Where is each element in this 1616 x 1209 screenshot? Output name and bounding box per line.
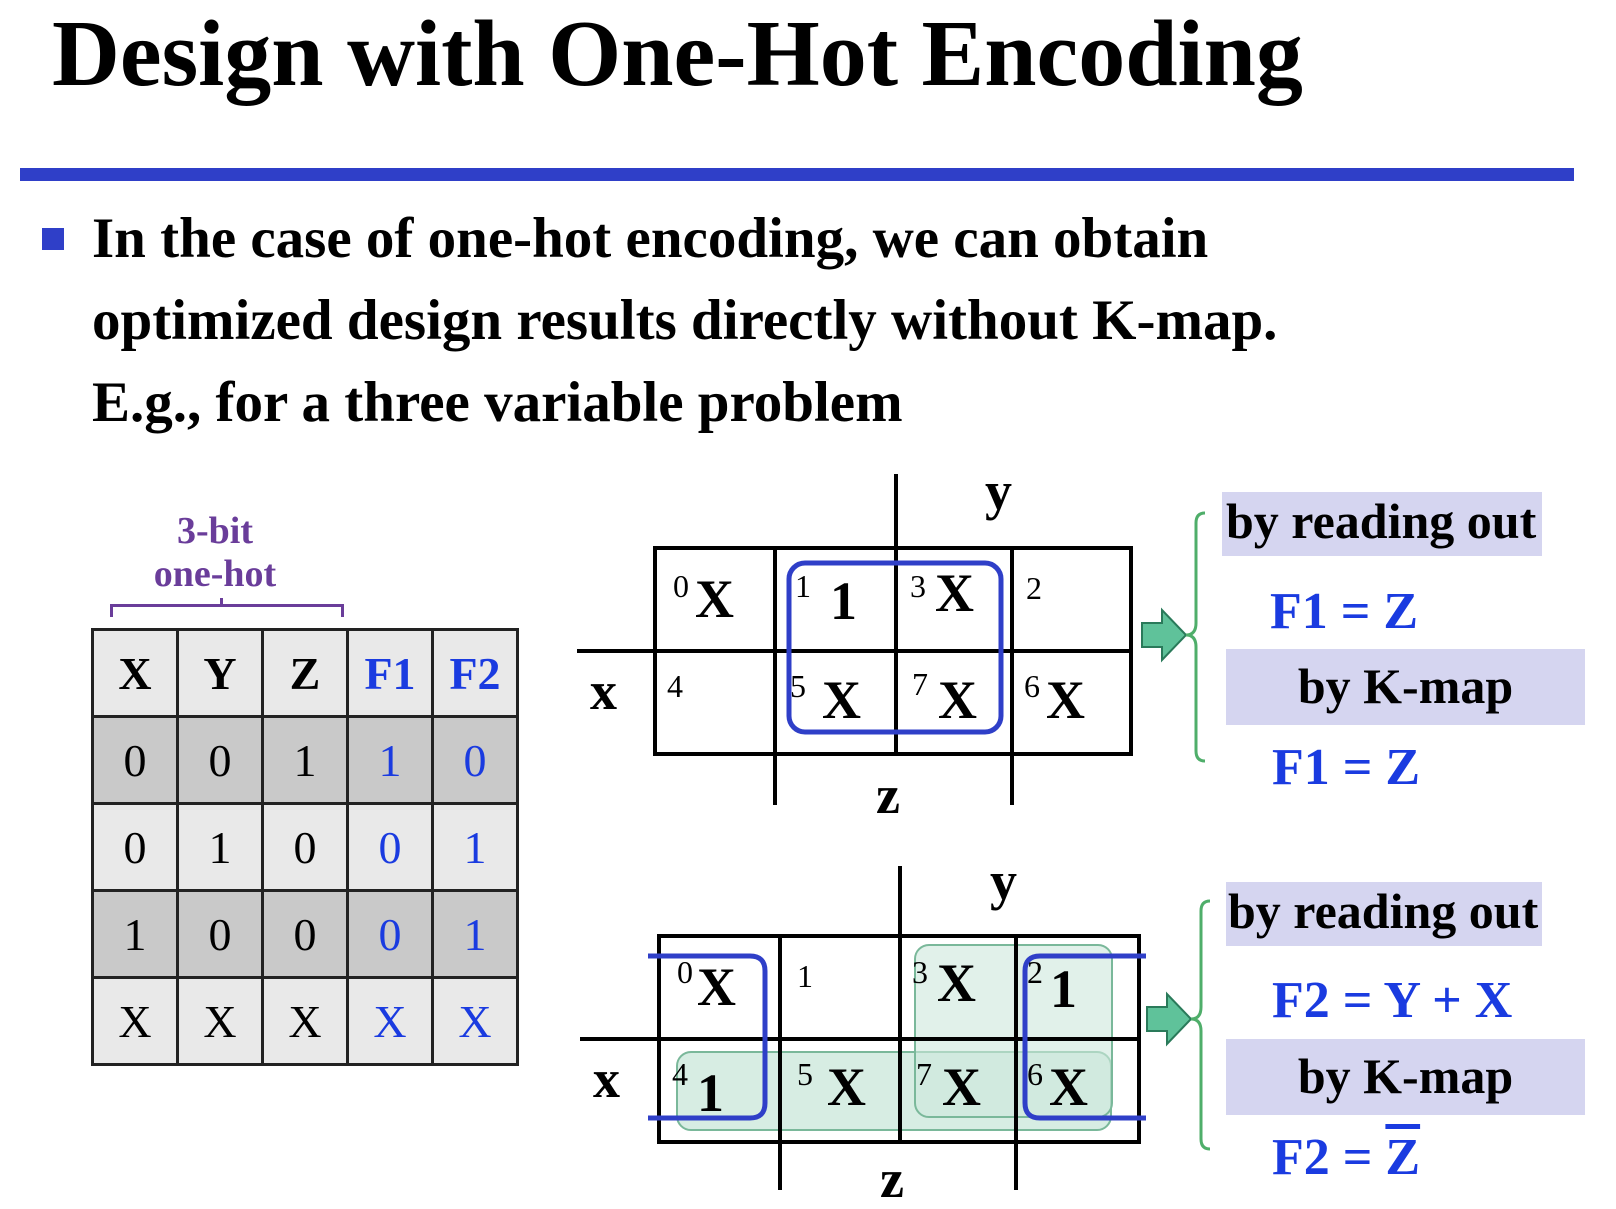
kmap-cell-number: 5 (797, 1056, 813, 1092)
kmap-cell-value: X (942, 1057, 981, 1117)
result-2-kmap-label: by K-map (1226, 1039, 1585, 1115)
kmap-cell-value: X (937, 953, 976, 1013)
kmap-cell-number: 0 (677, 954, 693, 990)
result-2-kmap-equation-complement: Z (1385, 1129, 1421, 1186)
result-2-reading-label: by reading out (1226, 882, 1543, 946)
kmap-cell-number: 1 (797, 958, 813, 994)
kmap-2-label-x: x (593, 1049, 620, 1109)
result-2-kmap-equation: F2 = Z (1272, 1132, 1420, 1184)
result-2-reading-equation: F2 = Y + X (1272, 972, 1513, 1029)
kmap-cell-number: 2 (1027, 954, 1043, 990)
kmap-2-label-y: y (990, 851, 1017, 911)
kmap-cell-value: X (697, 957, 736, 1017)
kmap-cell-value: 1 (697, 1063, 724, 1123)
kmap-cell-number: 6 (1027, 1056, 1043, 1092)
kmap-cell-value: 1 (1050, 959, 1077, 1019)
result-2-brace (1190, 899, 1211, 1151)
result-2-arrow-and-brace (1146, 899, 1211, 1151)
right-arrow-icon (1146, 991, 1193, 1047)
kmap-cell-value: X (1049, 1057, 1088, 1117)
kmap-cell-number: 3 (912, 954, 928, 990)
kmap-cell-number: 7 (916, 1056, 932, 1092)
kmap-2-label-z: z (880, 1149, 904, 1209)
kmap-cell-value: X (827, 1057, 866, 1117)
kmap-cell-number: 4 (672, 1056, 688, 1092)
result-2-kmap-equation-prefix: F2 = (1272, 1129, 1386, 1186)
